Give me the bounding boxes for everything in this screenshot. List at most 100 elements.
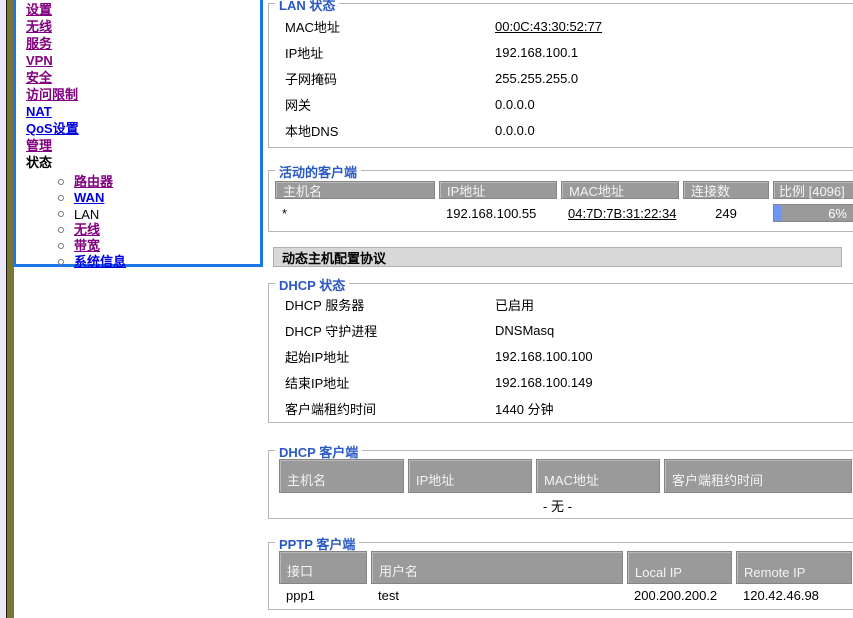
pptp-clients-section: PPTP 客户端 接口 用户名 Local IP Remote IP ppp1 … [268, 542, 853, 610]
field-label: DHCP 服务器 [285, 295, 495, 314]
status-submenu: 路由器 WAN LAN 无线 带宽 系统信息 [26, 174, 260, 270]
sidebar-item-qos[interactable]: QoS设置 [26, 120, 260, 137]
field-value: DNSMasq [495, 323, 554, 338]
dhcp-section-title-bar: 动态主机配置协议 [273, 247, 842, 267]
cell-remote-ip: 120.42.46.98 [736, 588, 852, 603]
active-client-row: * 192.168.100.55 04:7D:7B:31:22:34 249 6… [275, 203, 853, 223]
field-row: 子网掩码 255.255.255.0 [269, 65, 853, 91]
pptp-clients-header-row: 接口 用户名 Local IP Remote IP [279, 551, 852, 584]
dhcp-clients-header-row: 主机名 IP地址 MAC地址 客户端租约时间 [279, 459, 852, 493]
field-value: 0.0.0.0 [495, 123, 535, 138]
column-header-mac: MAC地址 [561, 181, 679, 199]
field-row: MAC地址 00:0C:43:30:52:77 [269, 13, 853, 39]
circle-bullet-icon [58, 259, 64, 265]
ratio-bar-fill [774, 205, 782, 221]
field-label: 网关 [285, 95, 495, 114]
column-header-ip: IP地址 [408, 459, 532, 493]
sidebar-item-security[interactable]: 安全 [26, 69, 260, 86]
cell-ip: 192.168.100.55 [439, 206, 557, 221]
dhcp-status-legend: DHCP 状态 [275, 275, 349, 294]
submenu-row: 系统信息 [26, 254, 260, 270]
sidebar-subitem-bandwidth[interactable]: 带宽 [74, 238, 100, 254]
field-value: 255.255.255.0 [495, 71, 578, 86]
column-header-ratio: 比例 [4096] [773, 181, 853, 199]
field-label: IP地址 [285, 43, 495, 62]
field-value: 192.168.100.100 [495, 349, 593, 364]
sidebar-subitem-sysinfo[interactable]: 系统信息 [74, 254, 126, 270]
circle-bullet-icon [58, 211, 64, 217]
submenu-row: WAN [26, 190, 260, 206]
column-header-connections: 连接数 [683, 181, 769, 199]
sidebar-item-setup[interactable]: 设置 [26, 1, 260, 18]
field-row: 本地DNS 0.0.0.0 [269, 117, 853, 143]
field-label: MAC地址 [285, 17, 495, 36]
field-label: 子网掩码 [285, 69, 495, 88]
lan-status-legend: LAN 状态 [275, 0, 339, 14]
dhcp-clients-section: DHCP 客户端 主机名 IP地址 MAC地址 客户端租约时间 - 无 - [268, 450, 853, 519]
field-value: 已启用 [495, 295, 534, 314]
mac-address-link[interactable]: 00:0C:43:30:52:77 [495, 19, 602, 34]
circle-bullet-icon [58, 179, 64, 185]
column-header-remote-ip: Remote IP [736, 551, 852, 584]
column-header-ip: IP地址 [439, 181, 557, 199]
field-row: 结束IP地址 192.168.100.149 [269, 369, 853, 395]
field-row: 客户端租约时间 1440 分钟 [269, 395, 853, 421]
lan-status-section: LAN 状态 MAC地址 00:0C:43:30:52:77 IP地址 192.… [268, 3, 853, 148]
column-header-interface: 接口 [279, 551, 367, 584]
field-row: DHCP 服务器 已启用 [269, 291, 853, 317]
sidebar-item-administration[interactable]: 管理 [26, 137, 260, 154]
field-row: IP地址 192.168.100.1 [269, 39, 853, 65]
field-label: DHCP 守护进程 [285, 321, 495, 340]
submenu-row: 带宽 [26, 238, 260, 254]
sidebar-item-access-restrictions[interactable]: 访问限制 [26, 86, 260, 103]
field-label: 客户端租约时间 [285, 399, 495, 418]
active-clients-section: 活动的客户端 主机名 IP地址 MAC地址 连接数 比例 [4096] * 19… [268, 170, 853, 232]
client-mac-link[interactable]: 04:7D:7B:31:22:34 [568, 206, 676, 221]
field-row: 起始IP地址 192.168.100.100 [269, 343, 853, 369]
column-header-local-ip: Local IP [627, 551, 732, 584]
ratio-progress-cell: 6% [773, 204, 853, 222]
field-value: 0.0.0.0 [495, 97, 535, 112]
column-header-mac: MAC地址 [536, 459, 660, 493]
sidebar-menu: 设置 无线 服务 VPN 安全 访问限制 NAT QoS设置 管理 状态 路由器… [13, 0, 263, 267]
sidebar-item-services[interactable]: 服务 [26, 35, 260, 52]
field-value: 192.168.100.149 [495, 375, 593, 390]
sidebar-subitem-lan-current: LAN [74, 207, 99, 222]
cell-local-ip: 200.200.200.2 [627, 588, 732, 603]
column-header-hostname: 主机名 [279, 459, 404, 493]
active-clients-legend: 活动的客户端 [275, 162, 361, 181]
field-row: DHCP 守护进程 DNSMasq [269, 317, 853, 343]
column-header-lease-time: 客户端租约时间 [664, 459, 852, 493]
field-label: 起始IP地址 [285, 347, 495, 366]
cell-interface: ppp1 [279, 588, 367, 603]
submenu-row: 路由器 [26, 174, 260, 190]
dhcp-status-section: DHCP 状态 DHCP 服务器 已启用 DHCP 守护进程 DNSMasq 起… [268, 283, 853, 423]
circle-bullet-icon [58, 243, 64, 249]
column-header-username: 用户名 [371, 551, 623, 584]
sidebar-subitem-wan[interactable]: WAN [74, 190, 104, 206]
cell-hostname: * [275, 206, 435, 221]
submenu-row: 无线 [26, 222, 260, 238]
cell-connections: 249 [683, 206, 769, 221]
cell-username: test [371, 588, 623, 603]
submenu-row: LAN [26, 206, 260, 222]
field-label: 结束IP地址 [285, 373, 495, 392]
sidebar-item-status: 状态 [26, 154, 260, 171]
column-header-hostname: 主机名 [275, 181, 435, 199]
active-clients-header-row: 主机名 IP地址 MAC地址 连接数 比例 [4096] [275, 181, 853, 199]
circle-bullet-icon [58, 227, 64, 233]
main-content: LAN 状态 MAC地址 00:0C:43:30:52:77 IP地址 192.… [265, 0, 853, 618]
field-label: 本地DNS [285, 121, 495, 140]
field-value: 1440 分钟 [495, 399, 554, 418]
sidebar-item-vpn[interactable]: VPN [26, 52, 260, 69]
dhcp-clients-empty-label: - 无 - [269, 496, 846, 515]
circle-bullet-icon [58, 195, 64, 201]
field-row: 网关 0.0.0.0 [269, 91, 853, 117]
sidebar-subitem-wireless[interactable]: 无线 [74, 222, 100, 238]
sidebar-subitem-router[interactable]: 路由器 [74, 174, 113, 190]
field-value: 192.168.100.1 [495, 45, 578, 60]
pptp-client-row: ppp1 test 200.200.200.2 120.42.46.98 [279, 586, 852, 604]
sidebar-item-nat[interactable]: NAT [26, 103, 260, 120]
sidebar-item-wireless[interactable]: 无线 [26, 18, 260, 35]
ratio-percent-label: 6% [828, 206, 847, 221]
